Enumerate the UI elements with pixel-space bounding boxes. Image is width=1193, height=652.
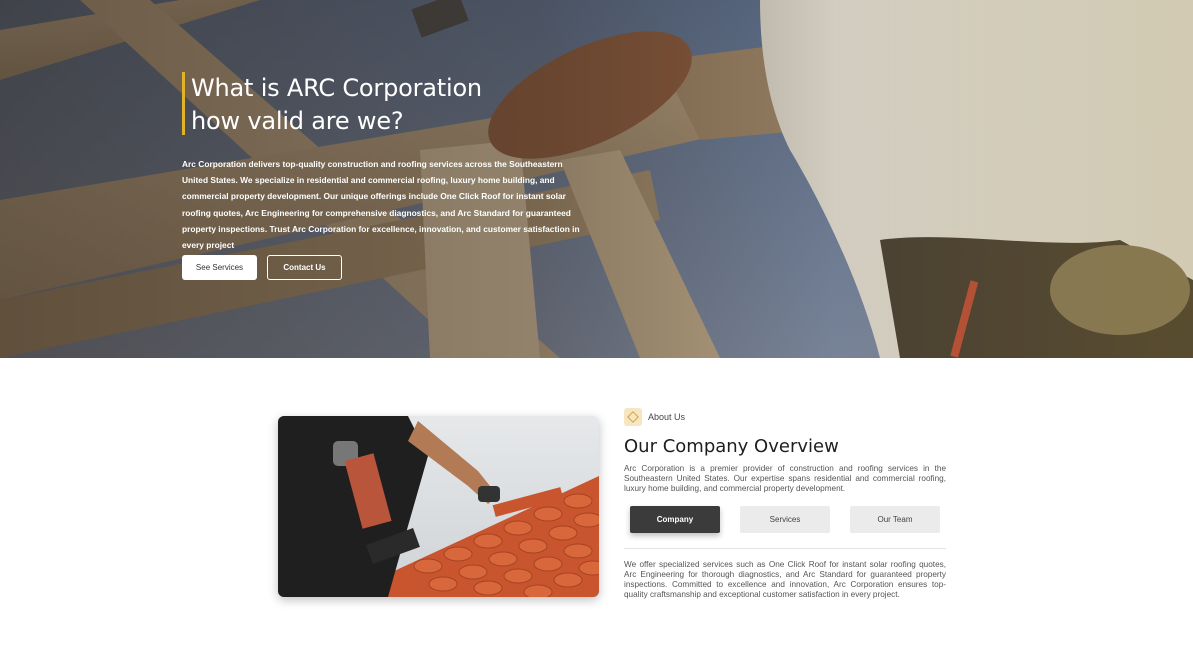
hero-buttons: See Services Contact Us: [182, 255, 342, 280]
hero-content: What is ARC Corporation how valid are we…: [182, 72, 592, 280]
about-roofer-image: [278, 416, 599, 597]
about-tag-label: About Us: [648, 412, 686, 422]
about-divider: [624, 547, 946, 549]
hero-section: What is ARC Corporation how valid are we…: [0, 0, 1193, 358]
hero-title-accent: What is ARC Corporation how valid are we…: [182, 72, 592, 135]
about-paragraph-2: We offer specialized services such as On…: [624, 559, 946, 600]
contact-us-button[interactable]: Contact Us: [267, 255, 342, 280]
about-tabs: Company Services Our Team: [624, 505, 946, 533]
about-paragraph-1: Arc Corporation is a premier provider of…: [624, 464, 946, 494]
diamond-icon: [624, 408, 642, 426]
see-services-button[interactable]: See Services: [182, 255, 257, 280]
about-tag: About Us: [624, 408, 946, 426]
about-title: Our Company Overview: [624, 436, 839, 457]
about-section: About Us Our Company Overview Arc Corpor…: [624, 408, 946, 600]
tab-services[interactable]: Services: [740, 505, 830, 533]
hero-title-line2: how valid are we?: [191, 107, 404, 135]
tab-company[interactable]: Company: [630, 505, 720, 533]
tab-our-team[interactable]: Our Team: [850, 505, 940, 533]
hero-title-line1: What is ARC Corporation: [191, 74, 482, 102]
hero-description: Arc Corporation delivers top-quality con…: [182, 159, 580, 251]
hero-overlay: [0, 0, 1193, 358]
